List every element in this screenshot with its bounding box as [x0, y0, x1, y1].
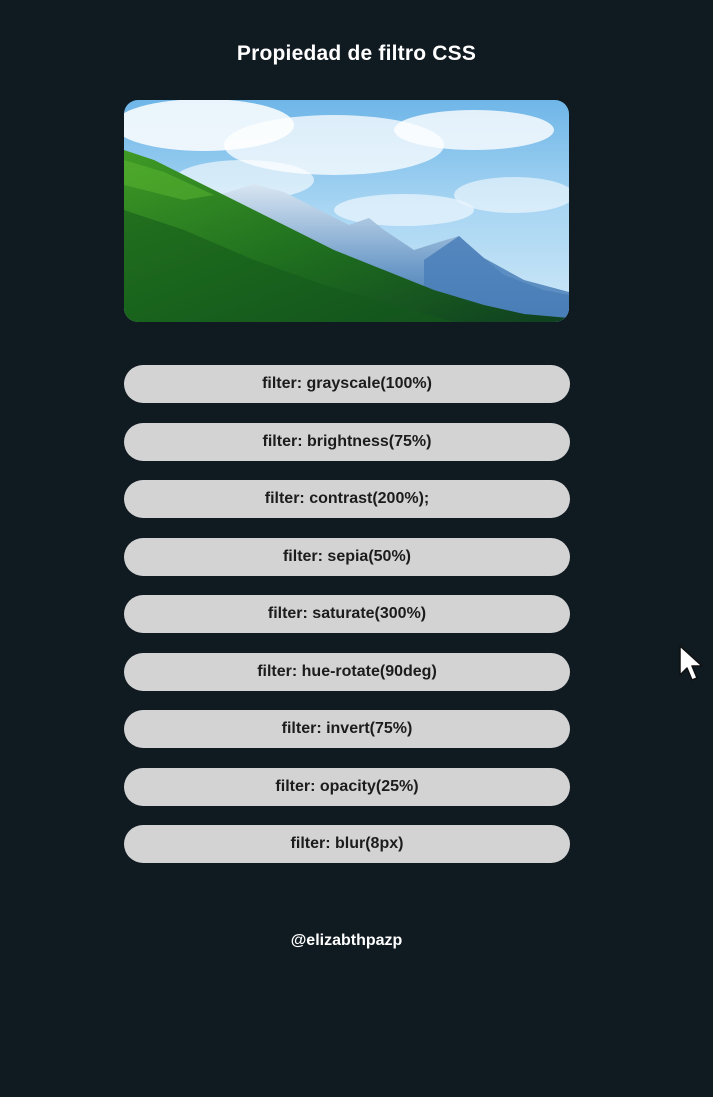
filter-button-contrast[interactable]: filter: contrast(200%);	[124, 480, 570, 518]
author-handle: @elizabthpazp	[290, 932, 403, 949]
filter-button-saturate[interactable]: filter: saturate(300%)	[124, 595, 570, 633]
filter-button-hue-rotate[interactable]: filter: hue-rotate(90deg)	[124, 652, 570, 691]
filter-button-invert[interactable]: filter: invert(75%)	[124, 710, 570, 748]
filter-button-grayscale[interactable]: filter: grayscale(100%)	[124, 365, 570, 403]
page-title: Propiedad de filtro CSS	[236, 42, 477, 65]
page: Propiedad de filtro CSS filter: grayscal…	[0, 0, 713, 1097]
mouse-pointer-icon	[679, 645, 705, 685]
filter-button-blur[interactable]: filter: blur(8px)	[124, 825, 570, 863]
filter-button-opacity[interactable]: filter: opacity(25%)	[124, 767, 570, 806]
filter-button-brightness[interactable]: filter: brightness(75%)	[124, 422, 570, 461]
filter-buttons: filter: grayscale(100%) filter: brightne…	[124, 365, 570, 883]
landscape-image	[124, 100, 569, 322]
filter-button-sepia[interactable]: filter: sepia(50%)	[124, 537, 570, 576]
